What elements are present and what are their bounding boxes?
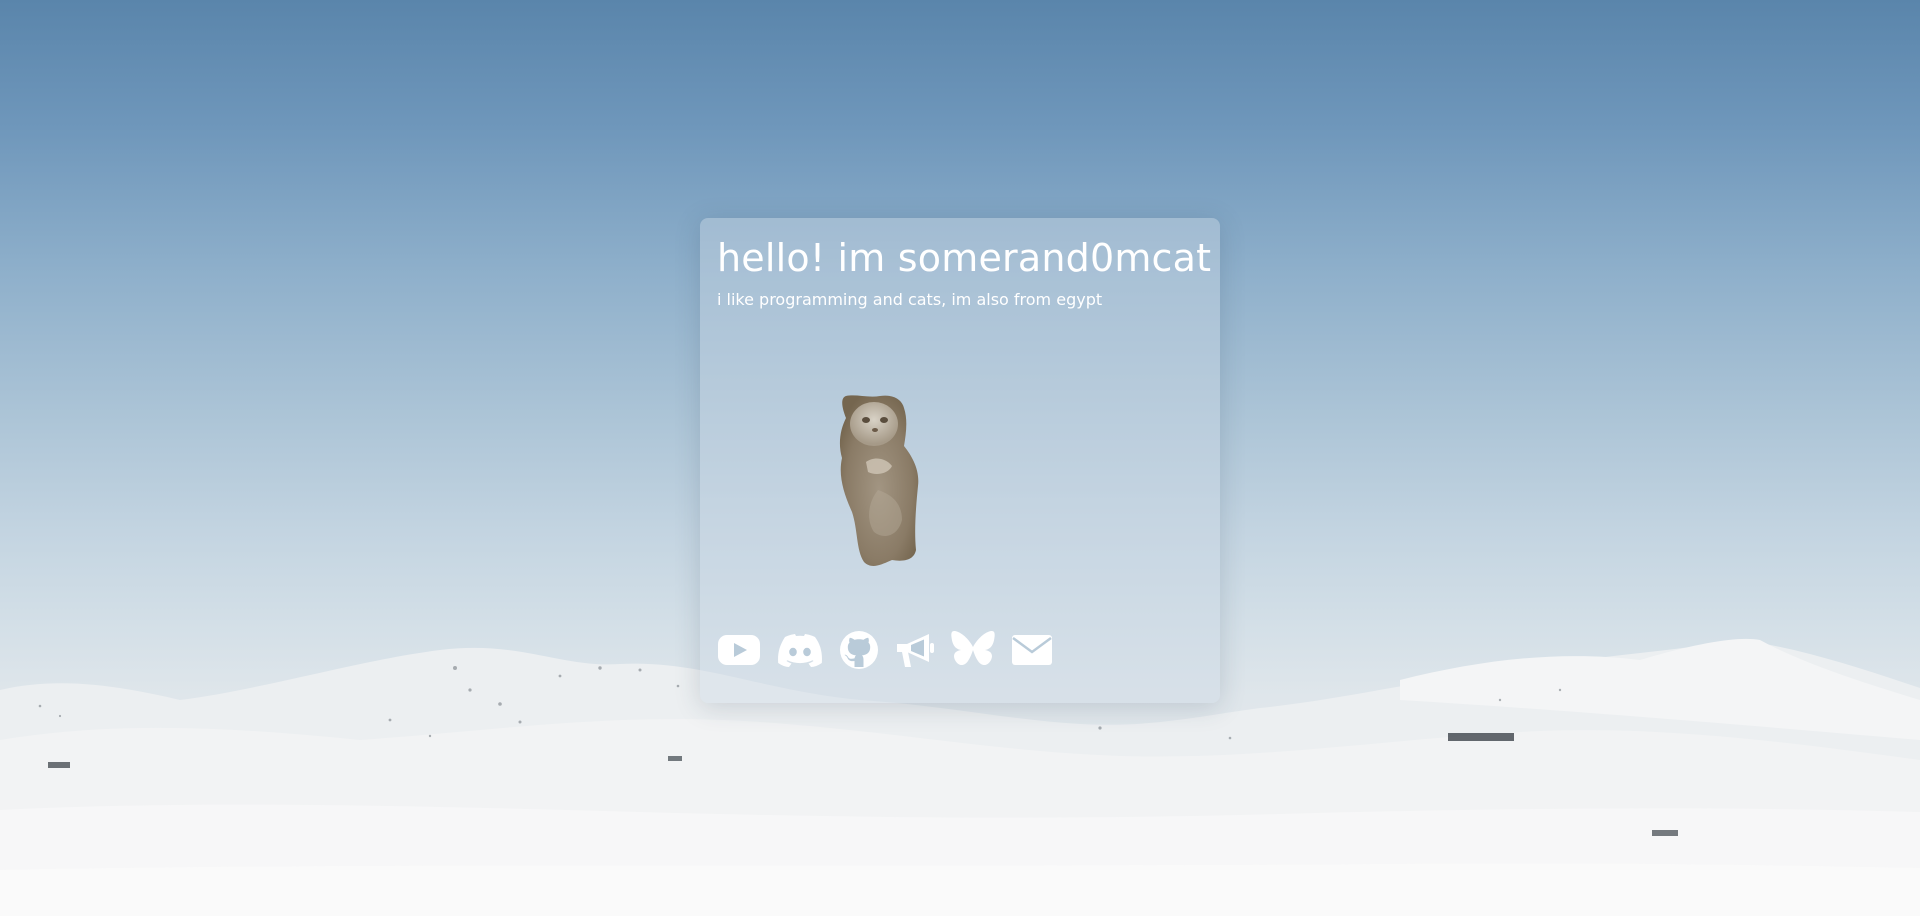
cat-image <box>839 395 919 566</box>
page-title: hello! im somerand0mcat <box>717 236 1212 280</box>
social-links <box>717 630 1053 670</box>
bluesky-link[interactable] <box>951 630 995 670</box>
bluesky-icon <box>951 630 995 666</box>
youtube-icon <box>718 635 760 665</box>
profile-subtitle: i like programming and cats, im also fro… <box>717 290 1103 309</box>
megaphone-icon <box>897 634 934 667</box>
github-icon <box>840 631 878 669</box>
youtube-link[interactable] <box>717 633 761 667</box>
profile-card: hello! im somerand0mcat i like programmi… <box>700 218 1220 703</box>
discord-link[interactable] <box>777 633 823 667</box>
announcements-link[interactable] <box>895 631 935 669</box>
github-link[interactable] <box>839 630 879 670</box>
discord-icon <box>778 634 822 667</box>
envelope-icon <box>1012 635 1052 665</box>
email-link[interactable] <box>1011 634 1053 666</box>
background: hello! im somerand0mcat i like programmi… <box>0 0 1920 916</box>
